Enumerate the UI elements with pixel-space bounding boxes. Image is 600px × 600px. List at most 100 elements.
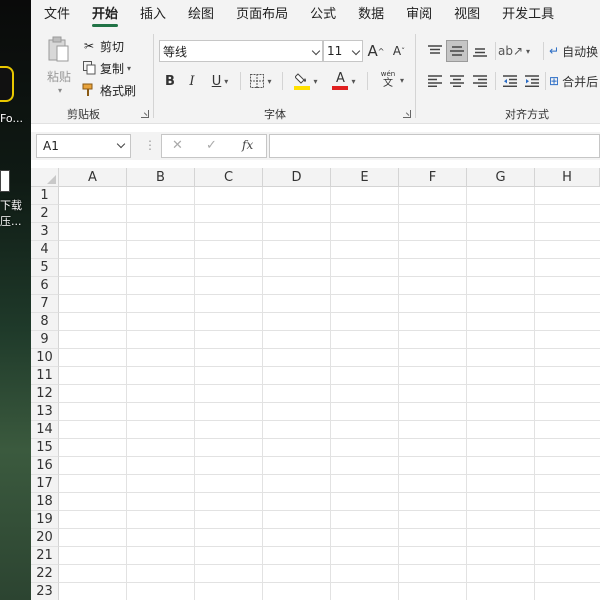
desktop-app-label: Fo... xyxy=(0,112,23,125)
row-header[interactable]: 15 xyxy=(31,439,59,457)
desktop-file-label: 下载 压... xyxy=(0,199,22,228)
column-header-b[interactable]: B xyxy=(127,168,195,187)
row-header[interactable]: 2 xyxy=(31,205,59,223)
cut-label: 剪切 xyxy=(100,39,125,54)
desktop-app-icon[interactable] xyxy=(0,66,14,102)
merge-cells-icon: ⊞ xyxy=(549,74,560,88)
font-size-select[interactable]: 11 xyxy=(323,40,363,62)
tab-formulas[interactable]: 公式 xyxy=(299,0,347,30)
copy-icon xyxy=(81,60,97,76)
tab-home[interactable]: 开始 xyxy=(81,0,129,30)
row-header[interactable]: 1 xyxy=(31,187,59,205)
row-header[interactable]: 11 xyxy=(31,367,59,385)
tab-view[interactable]: 视图 xyxy=(443,0,491,30)
row-header[interactable]: 12 xyxy=(31,385,59,403)
row-header[interactable]: 13 xyxy=(31,403,59,421)
tab-draw[interactable]: 绘图 xyxy=(177,0,225,30)
cut-button[interactable]: ✂ 剪切 xyxy=(81,36,124,56)
cancel-icon[interactable]: ✕ xyxy=(172,138,183,153)
borders-button[interactable]: ▾ xyxy=(245,70,277,92)
column-header-e[interactable]: E xyxy=(331,168,399,187)
column-header-a[interactable]: A xyxy=(59,168,127,187)
increase-indent-button[interactable] xyxy=(521,70,543,92)
row-header[interactable]: 19 xyxy=(31,511,59,529)
name-box[interactable]: A1 xyxy=(36,134,131,158)
borders-icon xyxy=(250,74,265,88)
worksheet-grid: A B C D E F G H 1 2 3 4 5 6 7 8 9 10 11 … xyxy=(31,168,600,600)
format-painter-button[interactable]: 格式刷 xyxy=(81,80,136,100)
row-header[interactable]: 8 xyxy=(31,313,59,331)
row-header[interactable]: 4 xyxy=(31,241,59,259)
clipboard-launcher-icon[interactable] xyxy=(141,110,149,118)
align-right-button[interactable] xyxy=(469,70,491,92)
font-color-icon: A xyxy=(332,72,349,90)
tab-page-layout[interactable]: 页面布局 xyxy=(225,0,299,30)
formula-controls: ✕ ✓ fx xyxy=(161,134,267,158)
cell-area[interactable] xyxy=(59,187,600,600)
tab-data[interactable]: 数据 xyxy=(347,0,395,30)
align-top-button[interactable] xyxy=(424,40,446,62)
copy-label: 复制 xyxy=(100,61,125,76)
paste-dropdown-caret[interactable]: ▾ xyxy=(58,86,62,95)
align-middle-button[interactable] xyxy=(446,40,468,62)
row-header[interactable]: 7 xyxy=(31,295,59,313)
scissors-icon: ✂ xyxy=(83,39,95,53)
tab-insert[interactable]: 插入 xyxy=(129,0,177,30)
divider xyxy=(282,72,283,90)
row-header[interactable]: 14 xyxy=(31,421,59,439)
row-header[interactable]: 18 xyxy=(31,493,59,511)
copy-button[interactable]: 复制 ▾ xyxy=(81,58,131,78)
fill-color-button[interactable]: ▾ xyxy=(289,70,323,92)
insert-function-icon[interactable]: fx xyxy=(242,138,253,152)
orientation-button[interactable]: ab↗ ▾ xyxy=(498,40,530,62)
row-header[interactable]: 6 xyxy=(31,277,59,295)
underline-button[interactable]: U ▾ xyxy=(205,70,235,92)
row-header[interactable]: 5 xyxy=(31,259,59,277)
align-left-button[interactable] xyxy=(424,70,446,92)
group-divider xyxy=(415,34,416,118)
grow-font-button[interactable]: A ^ xyxy=(366,40,386,62)
tab-developer[interactable]: 开发工具 xyxy=(491,0,565,30)
align-center-button[interactable] xyxy=(446,70,468,92)
row-header[interactable]: 22 xyxy=(31,565,59,583)
row-header[interactable]: 23 xyxy=(31,583,59,600)
align-left-icon xyxy=(428,75,442,87)
clipboard-group-label: 剪贴板 xyxy=(67,108,100,121)
formula-input[interactable] xyxy=(269,134,600,158)
row-header[interactable]: 16 xyxy=(31,457,59,475)
font-name-select[interactable]: 等线 xyxy=(159,40,323,62)
wrap-text-button[interactable]: ↵ 自动换 xyxy=(549,40,600,62)
divider xyxy=(495,72,496,90)
bold-button[interactable]: B xyxy=(161,70,179,92)
row-header[interactable]: 17 xyxy=(31,475,59,493)
column-header-d[interactable]: D xyxy=(263,168,331,187)
merge-center-button[interactable]: ⊞ 合并后 xyxy=(549,70,600,92)
formula-bar-grip-icon[interactable]: ⋮ xyxy=(144,138,156,152)
desktop-file-icon[interactable] xyxy=(0,170,10,192)
row-header[interactable]: 10 xyxy=(31,349,59,367)
chevron-down-icon xyxy=(311,46,321,56)
column-header-c[interactable]: C xyxy=(195,168,263,187)
font-launcher-icon[interactable] xyxy=(403,110,411,118)
column-header-g[interactable]: G xyxy=(467,168,535,187)
row-header[interactable]: 3 xyxy=(31,223,59,241)
shrink-font-button[interactable]: Aˇ xyxy=(389,40,409,62)
row-header[interactable]: 20 xyxy=(31,529,59,547)
align-top-icon xyxy=(428,45,442,54)
font-color-button[interactable]: A ▾ xyxy=(327,70,361,92)
column-header-f[interactable]: F xyxy=(399,168,467,187)
copy-dropdown-caret[interactable]: ▾ xyxy=(127,64,131,73)
align-bottom-button[interactable] xyxy=(469,40,491,62)
tab-review[interactable]: 审阅 xyxy=(395,0,443,30)
decrease-indent-button[interactable] xyxy=(499,70,521,92)
enter-icon[interactable]: ✓ xyxy=(206,138,217,153)
tab-file[interactable]: 文件 xyxy=(33,0,81,30)
chevron-down-icon xyxy=(351,46,361,56)
row-header[interactable]: 21 xyxy=(31,547,59,565)
row-header[interactable]: 9 xyxy=(31,331,59,349)
chevron-down-icon[interactable]: ▾ xyxy=(400,76,404,85)
italic-button[interactable]: I xyxy=(183,70,201,92)
column-header-h[interactable]: H xyxy=(535,168,600,187)
paintbrush-icon xyxy=(81,82,97,98)
select-all-button[interactable] xyxy=(31,168,59,187)
